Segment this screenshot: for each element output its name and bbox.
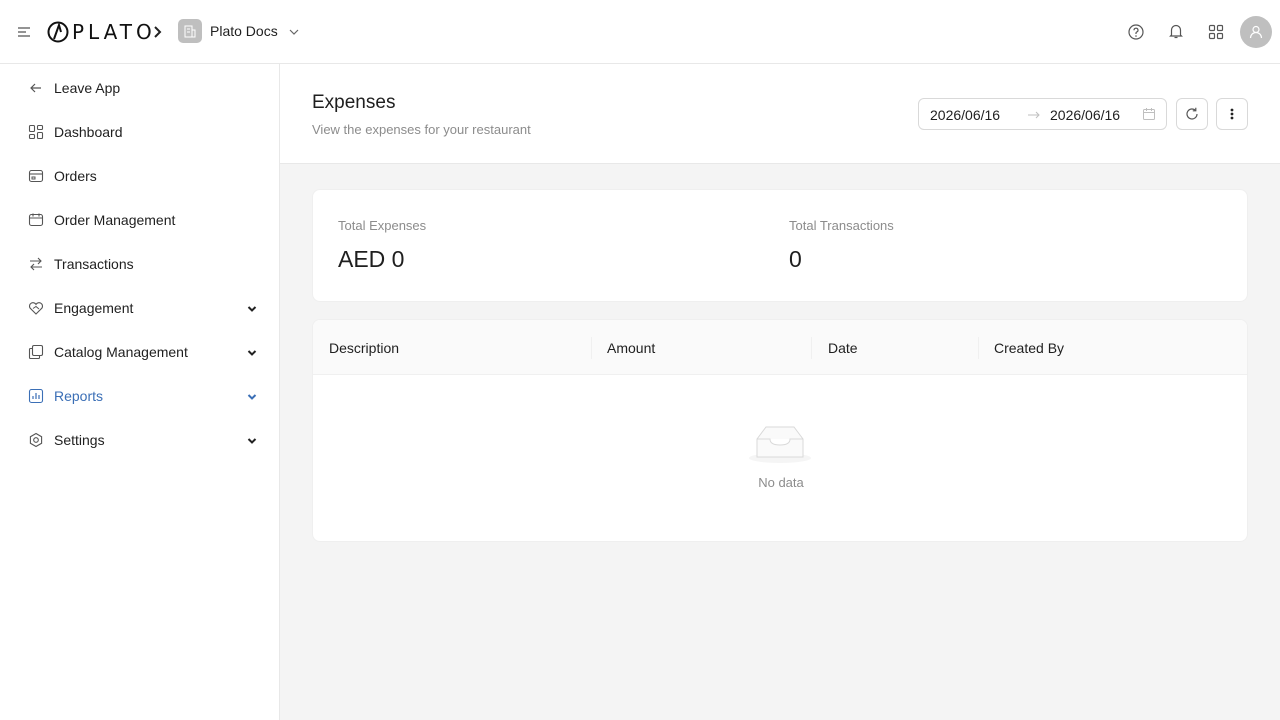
dashboard-icon [28, 124, 44, 140]
sidebar-item-transactions[interactable]: Transactions [0, 244, 279, 284]
date-end-input[interactable]: 2026/06/16 [1050, 107, 1120, 123]
page-header: Expenses View the expenses for your rest… [280, 64, 1280, 164]
sidebar-item-settings[interactable]: Settings [0, 420, 279, 460]
sidebar-item-reports[interactable]: Reports [0, 376, 279, 416]
column-header-amount[interactable]: Amount [607, 320, 655, 375]
orders-icon [28, 168, 44, 184]
swap-icon [28, 256, 44, 272]
workspace-name: Plato Docs [210, 23, 278, 39]
user-avatar[interactable] [1240, 16, 1272, 48]
expenses-table: Description Amount Date Created By No da… [312, 319, 1248, 542]
page-subtitle: View the expenses for your restaurant [312, 122, 531, 137]
user-icon [1249, 25, 1263, 39]
sidebar-item-label: Settings [54, 432, 105, 448]
sidebar-item-orders[interactable]: Orders [0, 156, 279, 196]
table-header: Description Amount Date Created By [313, 320, 1247, 375]
column-divider [811, 337, 812, 359]
help-icon[interactable] [1126, 22, 1146, 42]
stats-card: Total Expenses AED 0 Total Transactions … [312, 189, 1248, 302]
sidebar-item-dashboard[interactable]: Dashboard [0, 112, 279, 152]
sidebar-item-label: Order Management [54, 212, 176, 228]
gear-icon [28, 432, 44, 448]
column-divider [591, 337, 592, 359]
column-divider [978, 337, 979, 359]
arrow-left-icon [28, 80, 44, 96]
sidebar-item-leave-app[interactable]: Leave App [0, 68, 279, 108]
chevron-down-icon [246, 302, 258, 314]
calendar-icon [1142, 107, 1156, 121]
date-range-picker[interactable]: 2026/06/16 2026/06/16 [918, 98, 1167, 130]
more-options-button[interactable] [1216, 98, 1248, 130]
column-header-description[interactable]: Description [329, 320, 399, 375]
total-transactions-label: Total Transactions [789, 218, 894, 233]
total-expenses-label: Total Expenses [338, 218, 427, 233]
chevron-down-icon [246, 434, 258, 446]
sidebar-item-order-management[interactable]: Order Management [0, 200, 279, 240]
arrow-right-icon [1027, 108, 1041, 122]
sidebar-item-engagement[interactable]: Engagement [0, 288, 279, 328]
column-header-created-by[interactable]: Created By [994, 320, 1064, 375]
empty-inbox-icon [748, 422, 812, 464]
sidebar-item-label: Catalog Management [54, 344, 188, 360]
catalog-icon [28, 344, 44, 360]
sidebar-item-catalog-management[interactable]: Catalog Management [0, 332, 279, 372]
chevron-right-icon [150, 22, 166, 42]
plato-logo[interactable]: PLATO [47, 20, 156, 44]
sidebar-item-label: Transactions [54, 256, 134, 272]
sidebar: Leave App Dashboard Orders Order Managem… [0, 64, 280, 720]
workspace-selector[interactable]: Plato Docs [178, 19, 300, 43]
apps-grid-icon[interactable] [1206, 22, 1226, 42]
refresh-icon [1186, 107, 1198, 120]
bell-icon[interactable] [1166, 21, 1186, 41]
sidebar-item-label: Leave App [54, 80, 121, 96]
plato-logo-icon [47, 21, 69, 43]
menu-collapse-icon[interactable] [16, 24, 32, 40]
empty-state-text: No data [758, 475, 804, 490]
sidebar-item-label: Orders [54, 168, 97, 184]
sidebar-item-label: Dashboard [54, 124, 123, 140]
page-title: Expenses [312, 92, 396, 113]
chevron-down-icon [246, 390, 258, 402]
total-expenses-value: AED 0 [338, 246, 405, 272]
chevron-down-icon [288, 25, 300, 37]
date-start-input[interactable]: 2026/06/16 [930, 107, 1000, 123]
sidebar-item-label: Engagement [54, 300, 134, 316]
top-bar: PLATO Plato Docs [0, 0, 1280, 64]
heart-handshake-icon [28, 300, 44, 316]
more-vertical-icon [1230, 108, 1234, 120]
refresh-button[interactable] [1176, 98, 1208, 130]
sidebar-item-label: Reports [54, 388, 104, 404]
order-management-icon [28, 212, 44, 228]
bar-chart-icon [28, 388, 44, 404]
chevron-down-icon [246, 346, 258, 358]
total-transactions-value: 0 [789, 246, 802, 272]
column-header-date[interactable]: Date [828, 320, 858, 375]
logo-text: PLATO [72, 20, 156, 44]
building-icon [178, 19, 202, 43]
